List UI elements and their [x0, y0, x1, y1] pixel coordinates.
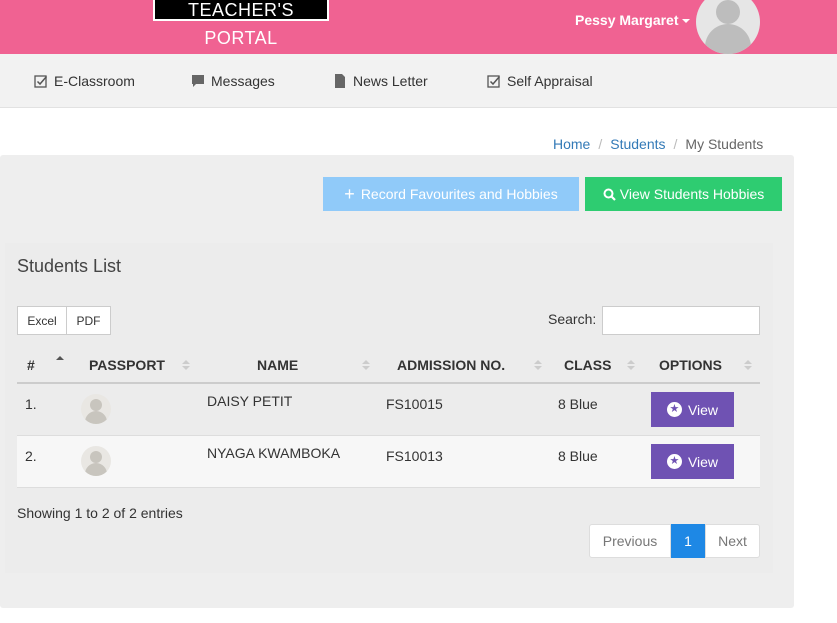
view-student-button[interactable]: ★ View [651, 444, 734, 479]
row-number: 1. [25, 396, 37, 412]
admission-number: FS10013 [386, 448, 443, 464]
next-page-button[interactable]: Next [705, 524, 760, 558]
top-header: TEACHER'S PORTAL Pessy Margaret [0, 0, 837, 54]
col-header-class[interactable]: CLASS [564, 357, 611, 373]
breadcrumb-current: My Students [685, 136, 764, 152]
view-label: View [687, 401, 719, 418]
breadcrumb-students[interactable]: Students [610, 136, 665, 152]
chat-icon [192, 75, 204, 87]
sort-asc-icon[interactable] [56, 356, 64, 368]
nav-label: Self Appraisal [507, 73, 593, 89]
breadcrumb-home[interactable]: Home [553, 136, 590, 152]
portal-logo[interactable]: TEACHER'S PORTAL [153, 0, 329, 48]
user-name: Pessy Margaret [575, 12, 679, 28]
student-class: 8 Blue [558, 448, 598, 464]
col-header-number[interactable]: # [27, 357, 35, 373]
pdf-export-button[interactable]: PDF [67, 306, 111, 335]
table-row: 2. NYAGA KWAMBOKA FS10013 8 Blue ★ View [17, 436, 760, 488]
avatar-head [716, 0, 740, 24]
nav-label: E-Classroom [54, 73, 135, 89]
record-label: Record Favourites and Hobbies [360, 186, 558, 202]
nav-label: Messages [211, 73, 275, 89]
passport-photo [81, 394, 111, 424]
avatar-body [705, 24, 751, 54]
col-header-options[interactable]: OPTIONS [659, 357, 722, 373]
view-hobbies-button[interactable]: View Students Hobbies [585, 177, 782, 211]
sort-icon[interactable] [534, 360, 542, 372]
table-header: # PASSPORT NAME ADMISSION NO. CLASS OPTI… [17, 346, 760, 384]
col-header-passport[interactable]: PASSPORT [89, 357, 165, 373]
sort-icon[interactable] [744, 360, 752, 372]
view-hobbies-label: View Students Hobbies [619, 186, 765, 202]
breadcrumb-separator: / [598, 136, 603, 152]
col-header-name[interactable]: NAME [257, 357, 298, 373]
admission-number: FS10015 [386, 396, 443, 412]
star-icon: ★ [666, 402, 682, 417]
nav-label: News Letter [353, 73, 428, 89]
student-class: 8 Blue [558, 396, 598, 412]
nav-item-messages[interactable]: Messages [191, 73, 275, 89]
sort-icon[interactable] [182, 360, 190, 372]
table-row: 1. DAISY PETIT FS10015 8 Blue ★ View [17, 384, 760, 436]
record-favourites-button[interactable]: + Record Favourites and Hobbies [323, 177, 579, 211]
star-icon: ★ [666, 454, 682, 469]
excel-export-button[interactable]: Excel [17, 306, 67, 335]
user-avatar[interactable] [696, 0, 760, 54]
page-1-button[interactable]: 1 [671, 524, 705, 558]
caret-down-icon [681, 19, 690, 24]
nav-item-self-appraisal[interactable]: Self Appraisal [487, 73, 593, 89]
document-icon [335, 74, 345, 88]
plus-icon: + [344, 184, 355, 204]
search-input[interactable] [602, 306, 760, 335]
user-menu[interactable]: Pessy Margaret [575, 12, 690, 28]
sort-icon[interactable] [627, 360, 635, 372]
search-label: Search: [548, 311, 597, 327]
checkbox-icon [487, 75, 501, 88]
search-icon [603, 188, 616, 201]
previous-page-button[interactable]: Previous [589, 524, 671, 558]
breadcrumb-separator: / [673, 136, 678, 152]
row-number: 2. [25, 448, 37, 464]
nav-item-eclassroom[interactable]: E-Classroom [34, 73, 135, 89]
sort-icon[interactable] [362, 360, 370, 372]
col-header-admission[interactable]: ADMISSION NO. [397, 357, 505, 373]
pagination: Previous 1 Next [589, 524, 760, 558]
view-student-button[interactable]: ★ View [651, 392, 734, 427]
breadcrumb: Home / Students / My Students [553, 136, 763, 152]
table-info: Showing 1 to 2 of 2 entries [17, 505, 183, 521]
student-name: DAISY PETIT [207, 393, 293, 409]
checkbox-icon [34, 75, 48, 88]
box-title: Students List [17, 256, 122, 276]
student-name: NYAGA KWAMBOKA [207, 445, 341, 461]
passport-photo [81, 446, 111, 476]
nav-item-newsletter[interactable]: News Letter [333, 73, 428, 89]
main-nav: E-Classroom Messages News Letter Self Ap… [0, 54, 837, 108]
view-label: View [687, 453, 719, 470]
